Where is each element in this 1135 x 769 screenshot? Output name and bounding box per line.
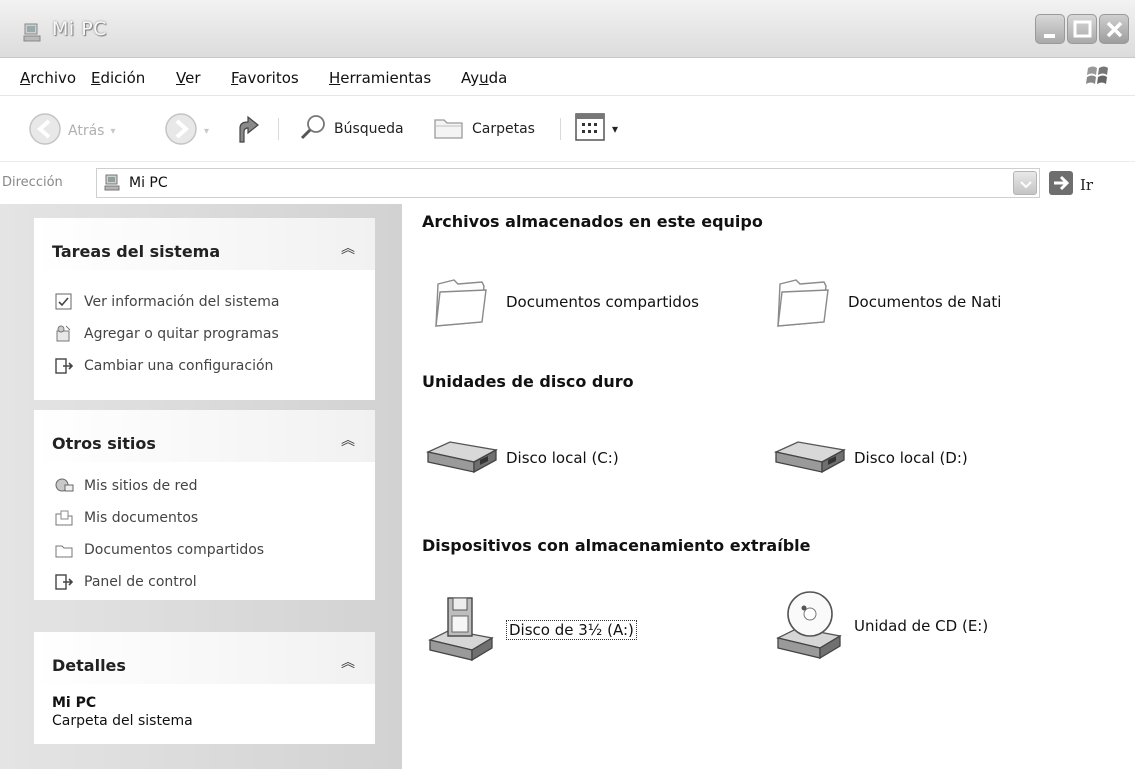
views-icon xyxy=(574,112,606,146)
control-panel-icon xyxy=(54,572,74,592)
menu-archivo[interactable]: Archivo xyxy=(20,69,76,87)
details-description: Carpeta del sistema xyxy=(52,713,193,729)
computer-icon xyxy=(22,22,44,48)
address-input[interactable]: Mi PC xyxy=(96,168,1040,198)
task-change-setting[interactable]: Cambiar una configuración xyxy=(34,350,375,382)
search-button[interactable]: Búsqueda xyxy=(298,112,404,146)
collapse-chevron-icon[interactable]: ︽ xyxy=(341,238,355,258)
item-local-disk-d[interactable]: Disco local (D:) xyxy=(772,436,968,480)
place-network[interactable]: Mis sitios de red xyxy=(34,470,375,502)
address-dropdown-button[interactable] xyxy=(1013,171,1037,195)
go-button[interactable]: Ir xyxy=(1048,170,1093,200)
search-icon xyxy=(298,112,328,146)
floppy-drive-icon xyxy=(426,592,498,668)
minimize-button[interactable] xyxy=(1035,14,1065,44)
add-remove-programs-icon xyxy=(54,324,74,344)
my-documents-icon xyxy=(54,508,74,528)
menu-bar: Archivo Edición Ver Favoritos Herramient… xyxy=(0,58,1135,96)
views-dropdown-icon: ▾ xyxy=(612,122,619,136)
folder-icon xyxy=(774,272,834,332)
section-title: Archivos almacenados en este equipo xyxy=(422,212,763,231)
place-my-documents[interactable]: Mis documentos xyxy=(34,502,375,534)
toolbar-separator xyxy=(278,118,279,140)
details-panel: Detalles ︽ Mi PC Carpeta del sistema xyxy=(34,632,375,744)
task-add-remove-programs[interactable]: Agregar o quitar programas xyxy=(34,318,375,350)
content-area: Archivos almacenados en este equipo Docu… xyxy=(402,204,1135,769)
folders-icon xyxy=(432,112,466,146)
close-button[interactable] xyxy=(1099,14,1129,44)
computer-icon xyxy=(103,173,123,197)
menu-herramientas[interactable]: Herramientas xyxy=(329,69,431,87)
item-floppy-a[interactable]: Disco de 3½ (A:) xyxy=(426,592,637,668)
views-button[interactable]: ▾ xyxy=(574,112,618,146)
hard-drive-icon xyxy=(424,436,500,480)
forward-dropdown-icon: ▾ xyxy=(204,125,210,137)
title-bar: Mi PC xyxy=(0,0,1135,58)
other-places-header[interactable]: Otros sitios ︽ xyxy=(34,410,375,462)
menu-ver[interactable]: Ver xyxy=(176,69,201,87)
details-header[interactable]: Detalles ︽ xyxy=(34,632,375,684)
up-folder-button[interactable] xyxy=(234,112,264,150)
forward-arrow-icon xyxy=(164,112,198,150)
network-places-icon xyxy=(54,476,74,496)
menu-edicion[interactable]: Edición xyxy=(91,69,145,87)
address-value: Mi PC xyxy=(129,175,168,191)
menu-ayuda[interactable]: Ayuda xyxy=(461,69,507,87)
address-label: Dirección xyxy=(2,175,63,190)
address-bar: Dirección Mi PC Ir xyxy=(0,162,1135,204)
task-view-system-info[interactable]: Ver información del sistema xyxy=(34,286,375,318)
section-title: Dispositivos con almacenamiento extraíbl… xyxy=(422,536,811,555)
folder-icon xyxy=(54,540,74,560)
collapse-chevron-icon[interactable]: ︽ xyxy=(341,430,355,450)
windows-logo-icon xyxy=(1085,62,1111,94)
up-folder-icon xyxy=(234,112,264,150)
other-places-panel: Otros sitios ︽ Mis sitios de red Mis doc… xyxy=(34,410,375,600)
go-arrow-icon xyxy=(1048,170,1074,200)
collapse-chevron-icon[interactable]: ︽ xyxy=(341,652,355,672)
cd-drive-icon xyxy=(774,586,846,666)
folder-icon xyxy=(432,272,492,332)
place-shared-documents[interactable]: Documentos compartidos xyxy=(34,534,375,566)
place-control-panel[interactable]: Panel de control xyxy=(34,566,375,598)
system-tasks-panel: Tareas del sistema ︽ Ver información del… xyxy=(34,218,375,400)
back-button[interactable]: Atrás ▾ xyxy=(28,112,115,150)
item-shared-documents[interactable]: Documentos compartidos xyxy=(432,272,699,332)
back-dropdown-icon: ▾ xyxy=(110,125,116,137)
window-title: Mi PC xyxy=(52,18,107,40)
control-panel-icon xyxy=(54,356,74,376)
system-tasks-header[interactable]: Tareas del sistema ︽ xyxy=(34,218,375,270)
folders-button[interactable]: Carpetas xyxy=(432,112,535,146)
details-name: Mi PC xyxy=(52,695,97,711)
toolbar: Atrás ▾ ▾ Búsqueda Carpetas ▾ xyxy=(0,96,1135,162)
panel-title: Otros sitios xyxy=(52,434,156,453)
toolbar-separator xyxy=(560,118,561,140)
item-local-disk-c[interactable]: Disco local (C:) xyxy=(424,436,619,480)
chevron-down-icon xyxy=(1020,181,1032,189)
task-pane: Tareas del sistema ︽ Ver información del… xyxy=(0,204,402,769)
hard-drive-icon xyxy=(772,436,848,480)
item-cd-e[interactable]: Unidad de CD (E:) xyxy=(774,586,988,666)
maximize-button[interactable] xyxy=(1067,14,1097,44)
panel-title: Tareas del sistema xyxy=(52,242,221,261)
back-arrow-icon xyxy=(28,112,62,150)
system-info-icon xyxy=(54,292,74,312)
forward-button[interactable]: ▾ xyxy=(164,112,209,150)
item-nati-documents[interactable]: Documentos de Nati xyxy=(774,272,1001,332)
menu-favoritos[interactable]: Favoritos xyxy=(231,69,299,87)
section-title: Unidades de disco duro xyxy=(422,372,634,391)
panel-title: Detalles xyxy=(52,656,126,675)
